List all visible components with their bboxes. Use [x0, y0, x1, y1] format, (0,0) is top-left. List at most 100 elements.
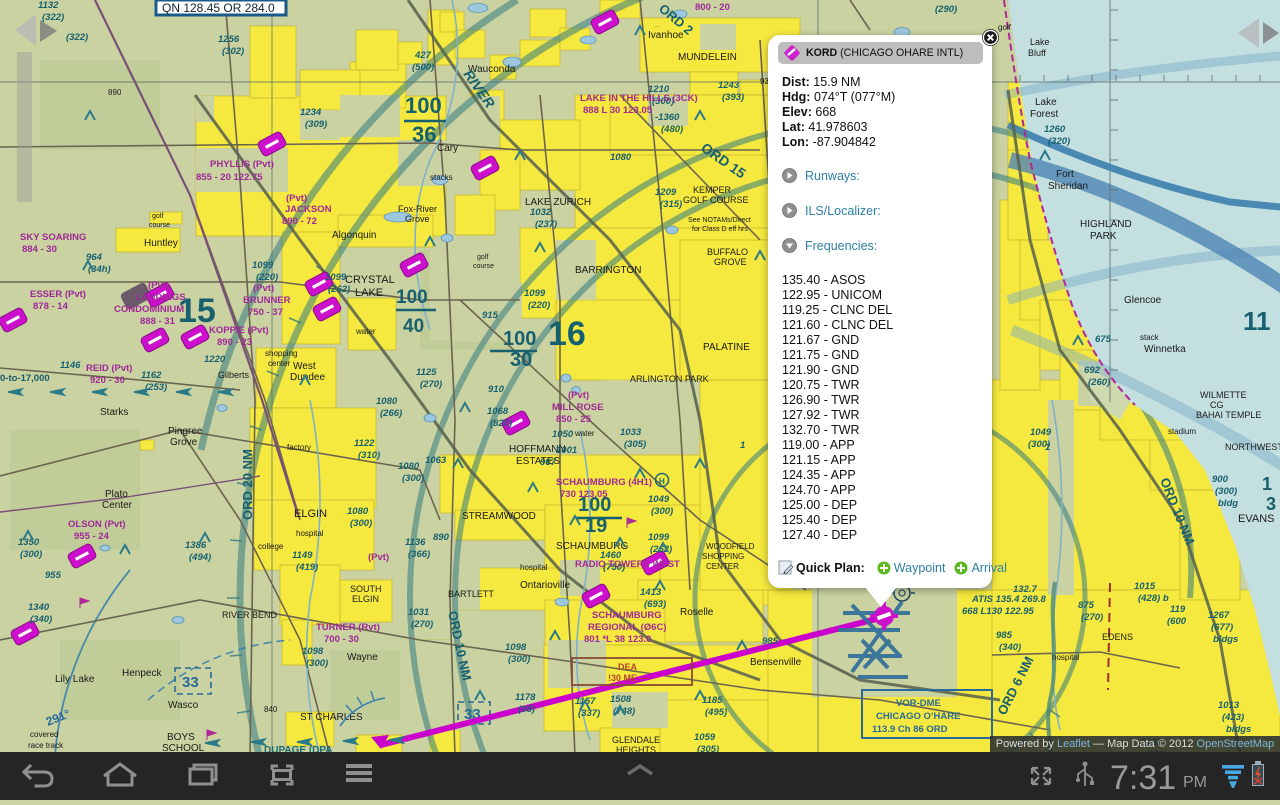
svg-text:SCHAUMBURG (4H1): SCHAUMBURG (4H1)	[556, 477, 652, 488]
svg-text:800 - 20: 800 - 20	[695, 2, 730, 13]
svg-text:878 - 14: 878 - 14	[33, 301, 69, 312]
svg-text:hospital: hospital	[1052, 653, 1080, 662]
svg-text:!30 ME ––: !30 ME ––	[608, 673, 650, 683]
svg-text:course: course	[473, 263, 494, 270]
svg-text:Glencoe: Glencoe	[1124, 295, 1162, 306]
svg-text:1: 1	[740, 440, 745, 451]
svg-text:119: 119	[1170, 604, 1186, 615]
svg-text:16: 16	[548, 315, 586, 353]
svg-text:1059: 1059	[694, 732, 716, 743]
svg-text:WOODFIELD: WOODFIELD	[706, 542, 755, 551]
svg-text:golf: golf	[152, 213, 163, 220]
svg-text:(266): (266)	[380, 408, 402, 419]
svg-text:(315): (315)	[660, 199, 682, 210]
svg-text:(270): (270)	[420, 379, 442, 390]
svg-text:Lake: Lake	[1030, 37, 1050, 47]
svg-text:985: 985	[762, 636, 779, 647]
svg-text:LANDINGS: LANDINGS	[136, 292, 186, 303]
svg-text:1350: 1350	[18, 537, 40, 548]
svg-text:1015: 1015	[1134, 581, 1156, 592]
svg-text:(366): (366)	[408, 549, 430, 560]
svg-text:910: 910	[488, 384, 505, 395]
svg-text:Bensenville: Bensenville	[750, 657, 802, 668]
svg-text:1220: 1220	[204, 354, 226, 365]
svg-text:1033: 1033	[620, 427, 642, 438]
svg-text:(300): (300)	[306, 658, 328, 669]
svg-text:1098: 1098	[302, 646, 324, 657]
svg-text:1: 1	[1262, 474, 1272, 494]
svg-text:1068: 1068	[487, 406, 509, 417]
svg-text:750 - 37: 750 - 37	[248, 307, 283, 318]
svg-text:692: 692	[1084, 365, 1101, 376]
svg-text:Roselle: Roselle	[680, 607, 714, 618]
svg-text:Plato: Plato	[105, 489, 128, 500]
svg-text:EDENS: EDENS	[1102, 632, 1133, 642]
svg-text:PARK: PARK	[1090, 231, 1117, 242]
svg-text:ELGIN: ELGIN	[294, 508, 327, 520]
svg-text:VOR-DME: VOR-DME	[896, 698, 941, 709]
svg-text:center: center	[268, 359, 291, 368]
svg-text:CG: CG	[1210, 400, 1224, 410]
svg-text:BUFFALO: BUFFALO	[707, 247, 748, 257]
svg-text:(300): (300)	[1215, 486, 1237, 497]
svg-text:See NOTAMs/Direct: See NOTAMs/Direct	[688, 217, 751, 224]
svg-text:(600: (600	[1167, 616, 1187, 627]
svg-text:race track: race track	[28, 741, 64, 750]
svg-text:1132: 1132	[38, 0, 59, 11]
svg-text:(Pvt): (Pvt)	[568, 390, 589, 401]
svg-text:Winnetka: Winnetka	[1144, 344, 1186, 355]
svg-text:(393): (393)	[722, 92, 744, 103]
svg-text:golf: golf	[477, 254, 488, 261]
svg-text:(302): (302)	[222, 46, 244, 57]
svg-text:Ivanhoe: Ivanhoe	[648, 30, 684, 41]
svg-text:GROVE: GROVE	[714, 257, 747, 267]
svg-text:Fort: Fort	[1056, 169, 1074, 180]
svg-text:NORTHWEST: NORTHWEST	[1225, 442, 1280, 452]
svg-text:Ontarioville: Ontarioville	[520, 580, 570, 591]
svg-text:427: 427	[414, 50, 432, 61]
svg-text:factory: factory	[287, 443, 311, 452]
svg-text:1243: 1243	[718, 80, 740, 91]
svg-text:(270): (270)	[1081, 612, 1103, 623]
svg-text:BOYS: BOYS	[167, 732, 195, 743]
svg-text:1209: 1209	[655, 187, 677, 198]
svg-text:HIGHLAND: HIGHLAND	[1080, 219, 1132, 230]
svg-text:(253): (253)	[145, 382, 167, 393]
svg-text:stadium: stadium	[1168, 427, 1196, 436]
svg-text:Wasco: Wasco	[168, 700, 199, 711]
svg-text:1386: 1386	[185, 540, 207, 551]
svg-text:ORD 20 NM: ORD 20 NM	[240, 449, 255, 520]
svg-text:ST CHARLES: ST CHARLES	[300, 712, 363, 723]
svg-text:(220): (220)	[528, 300, 550, 311]
svg-text:1256: 1256	[218, 34, 240, 45]
svg-text:Wayne: Wayne	[347, 652, 378, 663]
svg-text:1099: 1099	[252, 260, 274, 271]
svg-text:1099: 1099	[648, 532, 670, 543]
svg-text:890 - 23: 890 - 23	[217, 337, 252, 348]
svg-text:1136: 1136	[405, 537, 426, 548]
svg-text:Huntley: Huntley	[144, 238, 178, 249]
svg-text:(320): (320)	[1048, 136, 1070, 147]
svg-text:BARTLETT: BARTLETT	[448, 589, 494, 599]
svg-text:(220): (220)	[256, 272, 278, 283]
svg-text:(300): (300)	[20, 549, 42, 560]
svg-text:DEA: DEA	[618, 662, 638, 672]
svg-text:LAKE IN THE HILLS (3CK): LAKE IN THE HILLS (3CK)	[580, 93, 698, 104]
svg-text:QN 128.45 OR 284.0: QN 128.45 OR 284.0	[162, 1, 275, 15]
svg-text:Center: Center	[102, 500, 133, 511]
svg-text:Gilberts: Gilberts	[218, 370, 250, 380]
svg-text:1260: 1260	[1044, 124, 1066, 135]
svg-text:1080: 1080	[610, 152, 632, 163]
svg-text:SOUTH: SOUTH	[350, 584, 382, 594]
svg-text:stacks: stacks	[430, 173, 453, 182]
svg-text:113.9 Ch 86 ORD: 113.9 Ch 86 ORD	[872, 724, 948, 735]
svg-text:985: 985	[996, 630, 1013, 641]
svg-text:1234: 1234	[300, 107, 322, 118]
svg-text:Bluff: Bluff	[1028, 48, 1046, 58]
svg-text:33: 33	[182, 674, 199, 691]
svg-text:Grove: Grove	[405, 214, 430, 224]
svg-text:1080: 1080	[376, 396, 398, 407]
svg-text:967: 967	[540, 457, 557, 468]
svg-text:Cary: Cary	[437, 143, 458, 154]
svg-text:884 - 30: 884 - 30	[22, 244, 57, 255]
